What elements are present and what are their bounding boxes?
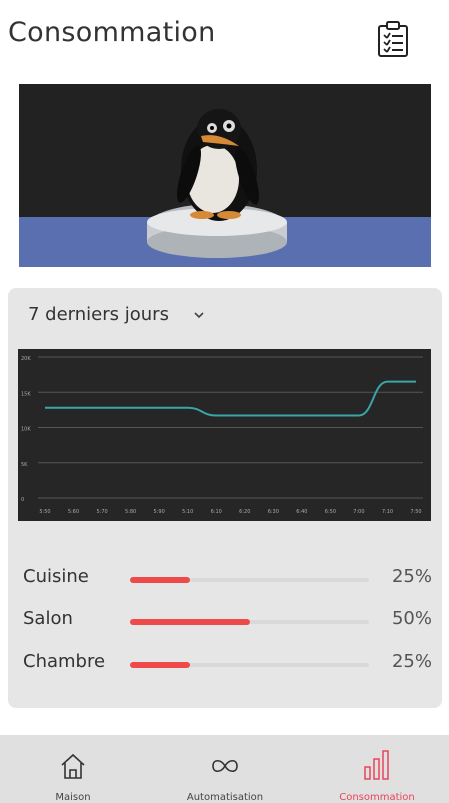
bottom-navigation: Maison Automatisation Consommation: [0, 735, 449, 803]
usage-percent: 25%: [391, 566, 432, 587]
penguin-3d-viewer[interactable]: [19, 84, 431, 267]
y-tick-label: 15K: [21, 391, 31, 397]
x-tick-label: 7:10: [382, 509, 393, 515]
usage-bar-fill: [130, 577, 190, 583]
x-tick-label: 5:90: [154, 509, 165, 515]
series-line: [45, 380, 416, 417]
y-tick-label: 5K: [21, 462, 28, 468]
usage-percent: 25%: [391, 651, 432, 672]
period-dropdown[interactable]: 7 derniers jours: [28, 304, 169, 325]
x-tick-label: 5:70: [96, 509, 107, 515]
house-icon: [61, 753, 85, 779]
x-tick-label: 6:40: [296, 509, 307, 515]
x-tick-label: 5:80: [125, 509, 136, 515]
infinity-icon: [212, 759, 238, 773]
usage-bar-fill: [130, 662, 190, 668]
nav-item-maison[interactable]: Maison: [23, 735, 123, 803]
y-tick-label: 10K: [21, 427, 31, 433]
usage-bar: [130, 662, 369, 668]
y-tick-label: 0: [21, 497, 24, 503]
usage-percent: 50%: [391, 608, 432, 629]
x-tick-label: 6:50: [325, 509, 336, 515]
x-tick-label: 5:50: [39, 509, 50, 515]
consumption-card: 7 derniers jours 20K 15K 10K 5K 0 5:50 5:60 5:7…: [8, 288, 442, 708]
usage-bar-fill: [130, 619, 250, 625]
x-tick-label: 6:20: [239, 509, 250, 515]
x-tick-label: 5:10: [182, 509, 193, 515]
nav-label-consommation: Consommation: [339, 792, 415, 803]
usage-label: Salon: [23, 608, 73, 629]
nav-label-maison: Maison: [55, 792, 91, 803]
nav-item-consommation[interactable]: Consommation: [322, 735, 432, 803]
chevron-down-icon[interactable]: [192, 308, 206, 322]
consumption-chart: 20K 15K 10K 5K 0 5:50 5:60 5:70 5:80 5:90 5:10 6:10…: [18, 349, 431, 521]
x-tick-label: 7:50: [410, 509, 421, 515]
usage-label: Cuisine: [23, 566, 89, 587]
usage-label: Chambre: [23, 651, 106, 672]
x-tick-label: 5:60: [68, 509, 79, 515]
nav-label-automatisation: Automatisation: [186, 792, 264, 803]
y-tick-label: 20K: [21, 356, 31, 362]
usage-bar: [130, 577, 369, 583]
bar-chart-icon: [364, 750, 389, 780]
x-tick-label: 7:00: [353, 509, 364, 515]
usage-bar: [130, 619, 369, 625]
nav-item-automatisation[interactable]: Automatisation: [170, 735, 280, 803]
line-chart: 20K 15K 10K 5K 0 5:50 5:60 5:70 5:80 5:90 5:10 6:10…: [21, 356, 423, 515]
clipboard-list-icon[interactable]: [377, 20, 409, 58]
x-tick-label: 6:10: [211, 509, 222, 515]
x-tick-label: 6:30: [268, 509, 279, 515]
page-title: Consommation: [8, 17, 216, 48]
